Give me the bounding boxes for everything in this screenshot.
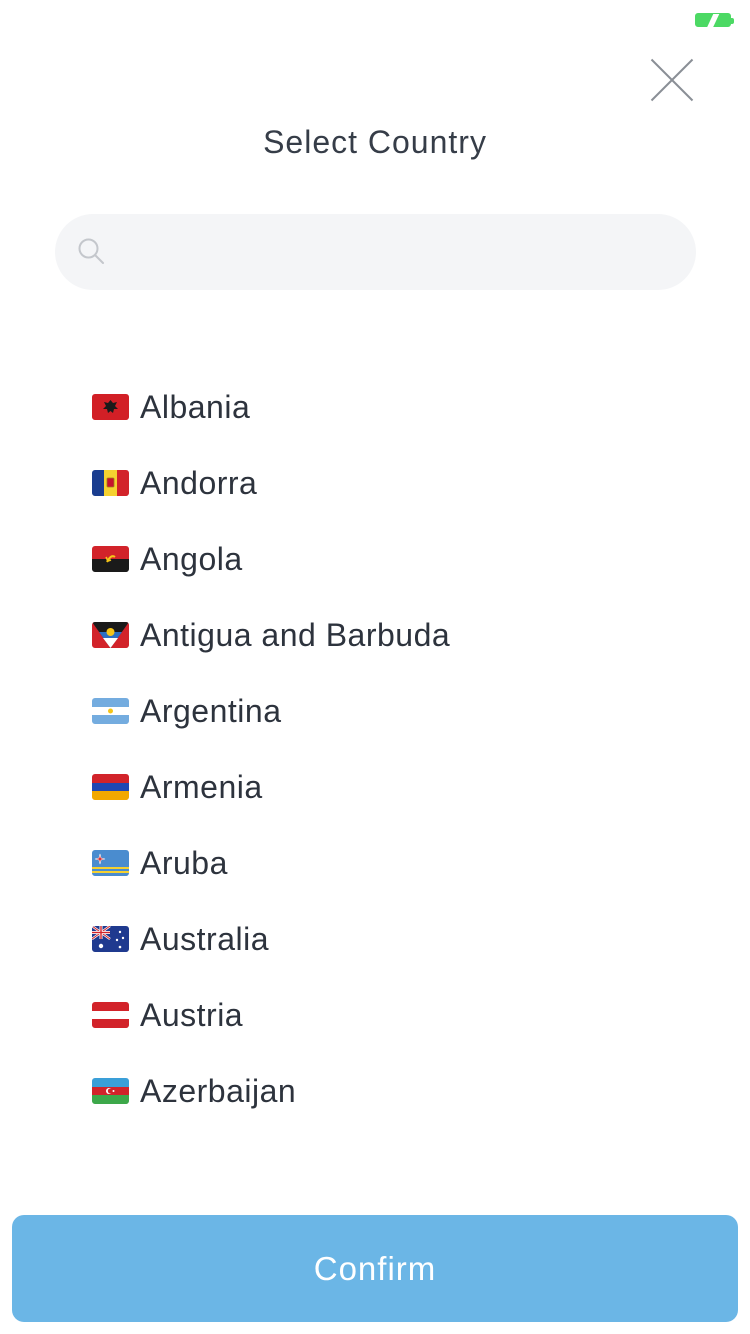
country-name: Aruba — [140, 844, 228, 881]
angola-flag-icon — [92, 546, 129, 572]
aruba-flag-icon — [92, 850, 129, 876]
country-item-angola[interactable]: Angola — [0, 521, 750, 597]
country-name: Australia — [140, 920, 269, 957]
country-item-argentina[interactable]: Argentina — [0, 673, 750, 749]
armenia-flag-icon — [92, 774, 129, 800]
close-icon[interactable] — [650, 58, 694, 102]
country-item-albania[interactable]: Albania — [0, 369, 750, 445]
country-name: Angola — [140, 540, 243, 577]
country-picker-screen: Select Country Albania Andorra Angola An… — [0, 0, 750, 1334]
azerbaijan-flag-icon — [92, 1078, 129, 1104]
country-name: Armenia — [140, 768, 263, 805]
confirm-button[interactable]: Confirm — [12, 1215, 738, 1322]
albania-flag-icon — [92, 394, 129, 420]
country-name: Antigua and Barbuda — [140, 616, 451, 653]
country-item-aruba[interactable]: Aruba — [0, 825, 750, 901]
antigua-and-barbuda-flag-icon — [92, 622, 129, 648]
country-name: Azerbaijan — [140, 1072, 297, 1109]
search-icon — [78, 238, 104, 264]
country-name: Andorra — [140, 464, 258, 501]
country-item-australia[interactable]: Australia — [0, 901, 750, 977]
country-item-austria[interactable]: Austria — [0, 977, 750, 1053]
search-input[interactable] — [118, 214, 678, 290]
country-item-armenia[interactable]: Armenia — [0, 749, 750, 825]
country-list: Albania Andorra Angola Antigua and Barbu… — [0, 369, 750, 1129]
andorra-flag-icon — [92, 470, 129, 496]
country-item-azerbaijan[interactable]: Azerbaijan — [0, 1053, 750, 1129]
battery-charging-icon — [695, 13, 734, 28]
country-item-andorra[interactable]: Andorra — [0, 445, 750, 521]
argentina-flag-icon — [92, 698, 129, 724]
austria-flag-icon — [92, 1002, 129, 1028]
page-title: Select Country — [263, 124, 487, 160]
country-name: Argentina — [140, 692, 282, 729]
country-item-antigua-and-barbuda[interactable]: Antigua and Barbuda — [0, 597, 750, 673]
australia-flag-icon — [92, 926, 129, 952]
country-name: Albania — [140, 388, 251, 425]
country-name: Austria — [140, 996, 244, 1033]
